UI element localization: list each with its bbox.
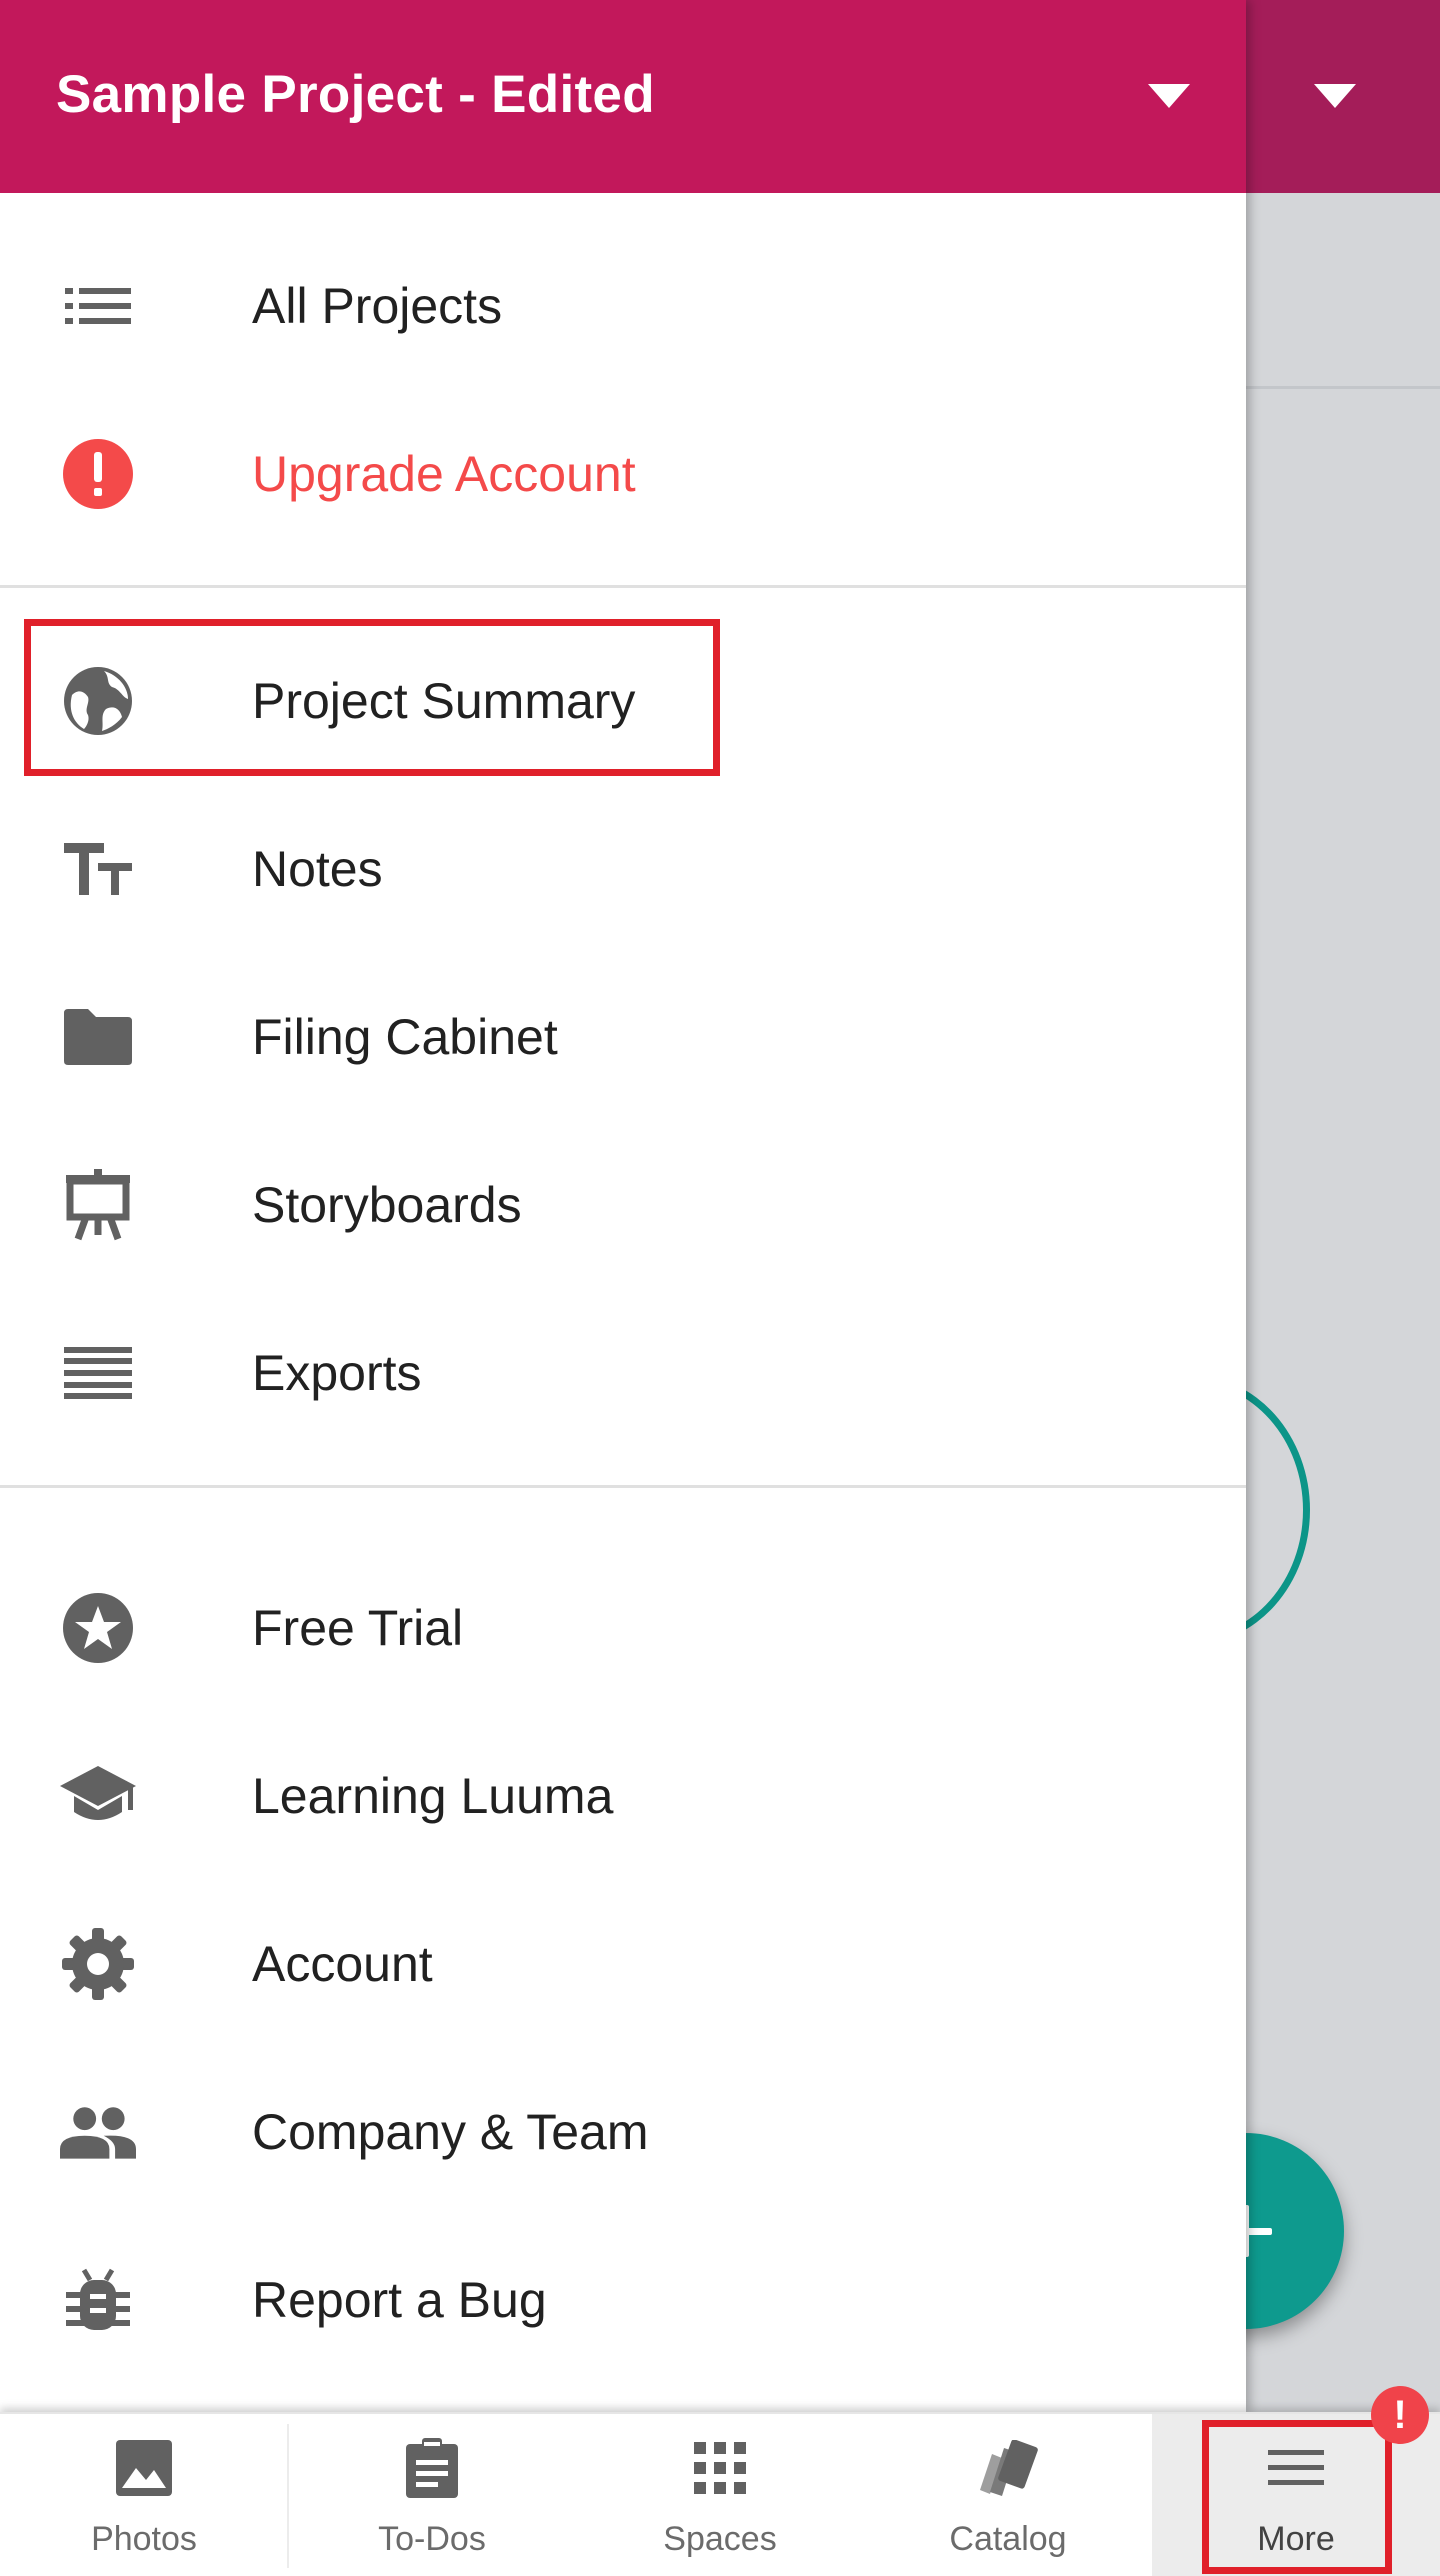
folder-icon <box>60 999 136 1075</box>
drawer-divider <box>0 1485 1246 1488</box>
alert-icon <box>60 436 136 512</box>
highlight-project-summary <box>24 619 720 776</box>
menu-item-notes[interactable]: Notes <box>0 785 1246 953</box>
background-dropdown-icon[interactable] <box>1314 84 1356 108</box>
project-title: Sample Project - Edited <box>56 65 655 124</box>
menu-item-account[interactable]: Account <box>0 1880 1246 2048</box>
people-icon <box>60 2094 136 2170</box>
list-icon <box>60 268 136 344</box>
menu-item-upgrade-account[interactable]: Upgrade Account <box>0 390 1246 558</box>
project-dropdown-icon[interactable] <box>1148 84 1190 108</box>
menu-item-exports[interactable]: Exports <box>0 1289 1246 1457</box>
highlight-more-tab <box>1202 2420 1392 2574</box>
bug-icon <box>60 2262 136 2338</box>
menu-item-company-team[interactable]: Company & Team <box>0 2048 1246 2216</box>
notification-badge: ! <box>1371 2386 1429 2444</box>
nav-tab-photos[interactable]: Photos <box>0 2414 289 2576</box>
menu-item-free-trial[interactable]: Free Trial <box>0 1544 1246 1712</box>
menu-item-label: Company & Team <box>252 2104 649 2160</box>
menu-item-label: Report a Bug <box>252 2272 547 2328</box>
swatch-icon <box>976 2436 1040 2500</box>
menu-item-label: Free Trial <box>252 1600 464 1656</box>
school-icon <box>60 1758 136 1834</box>
text-size-icon <box>60 831 136 907</box>
menu-item-storyboards[interactable]: Storyboards <box>0 1121 1246 1289</box>
menu-item-all-projects[interactable]: All Projects <box>0 222 1246 390</box>
nav-label: To-Dos <box>378 2520 486 2558</box>
menu-item-label: Upgrade Account <box>252 446 636 502</box>
drawer-header[interactable]: Sample Project - Edited <box>0 0 1246 193</box>
easel-icon <box>60 1167 136 1243</box>
drawer-divider <box>0 585 1246 588</box>
nav-label: Spaces <box>663 2520 777 2558</box>
menu-item-label: Notes <box>252 841 383 897</box>
menu-item-label: Exports <box>252 1345 422 1401</box>
menu-item-learning-luuma[interactable]: Learning Luuma <box>0 1712 1246 1880</box>
nav-label: Photos <box>91 2520 197 2558</box>
image-icon <box>112 2436 176 2500</box>
gear-icon <box>60 1926 136 2002</box>
clipboard-icon <box>400 2436 464 2500</box>
background-header <box>1246 0 1440 193</box>
menu-item-label: Storyboards <box>252 1177 522 1233</box>
menu-item-label: Learning Luuma <box>252 1768 614 1824</box>
menu-item-label: All Projects <box>252 278 503 334</box>
nav-tab-todos[interactable]: To-Dos <box>288 2414 576 2576</box>
menu-item-label: Account <box>252 1936 433 1992</box>
nav-label: Catalog <box>949 2520 1067 2558</box>
lines-icon <box>60 1335 136 1411</box>
menu-item-report-bug[interactable]: Report a Bug <box>0 2216 1246 2384</box>
nav-tab-catalog[interactable]: Catalog <box>864 2414 1152 2576</box>
background-divider <box>1246 386 1440 389</box>
navigation-drawer: Sample Project - Edited All Projects Upg… <box>0 0 1246 2412</box>
star-icon <box>60 1590 136 1666</box>
menu-item-filing-cabinet[interactable]: Filing Cabinet <box>0 953 1246 1121</box>
menu-item-label: Filing Cabinet <box>252 1009 558 1065</box>
nav-tab-spaces[interactable]: Spaces <box>576 2414 864 2576</box>
grid-icon <box>688 2436 752 2500</box>
